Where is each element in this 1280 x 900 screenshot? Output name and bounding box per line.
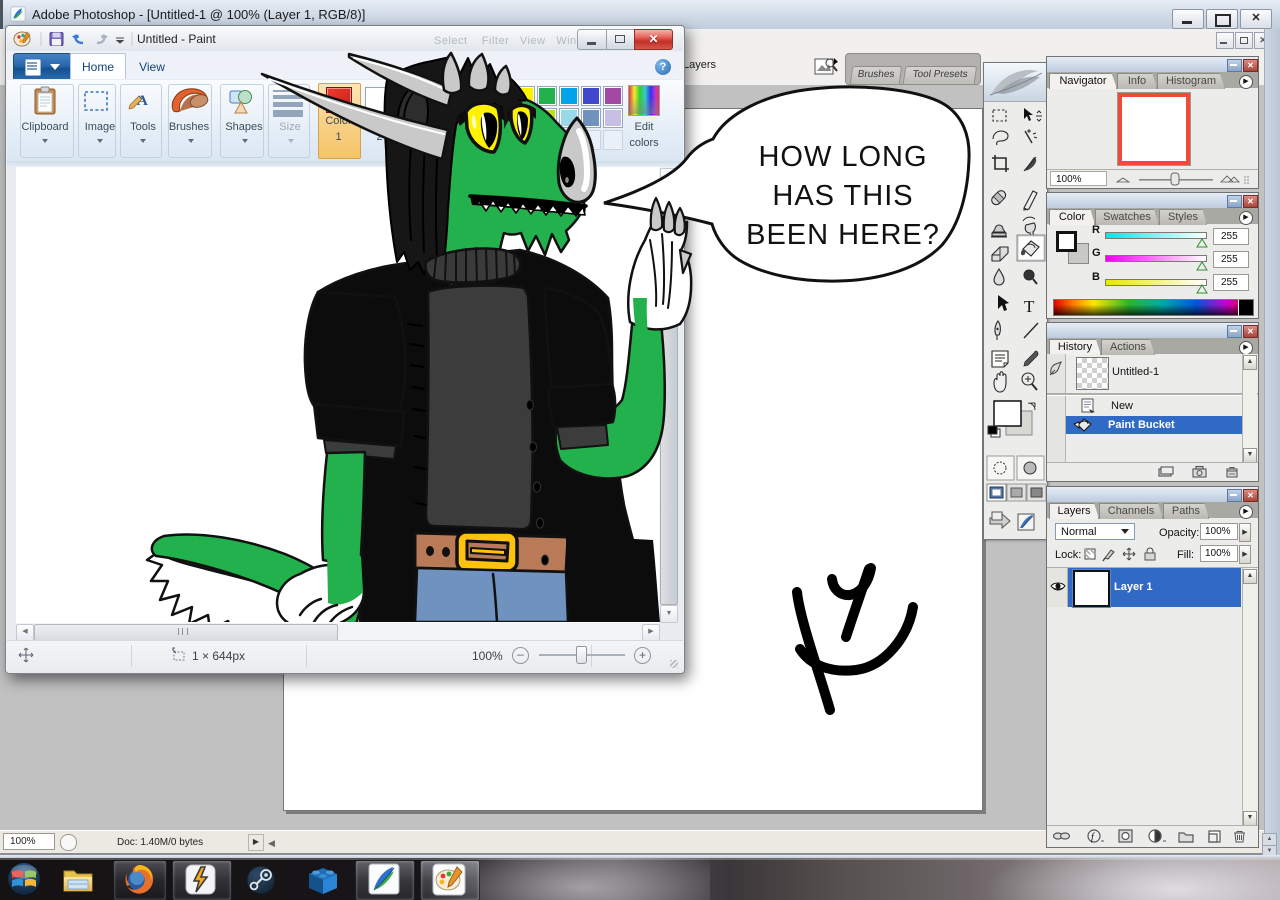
svg-text:HOW LONG: HOW LONG — [758, 141, 927, 173]
svg-text:HAS THIS: HAS THIS — [772, 180, 913, 212]
svg-text:BEEN HERE?: BEEN HERE? — [746, 219, 940, 251]
